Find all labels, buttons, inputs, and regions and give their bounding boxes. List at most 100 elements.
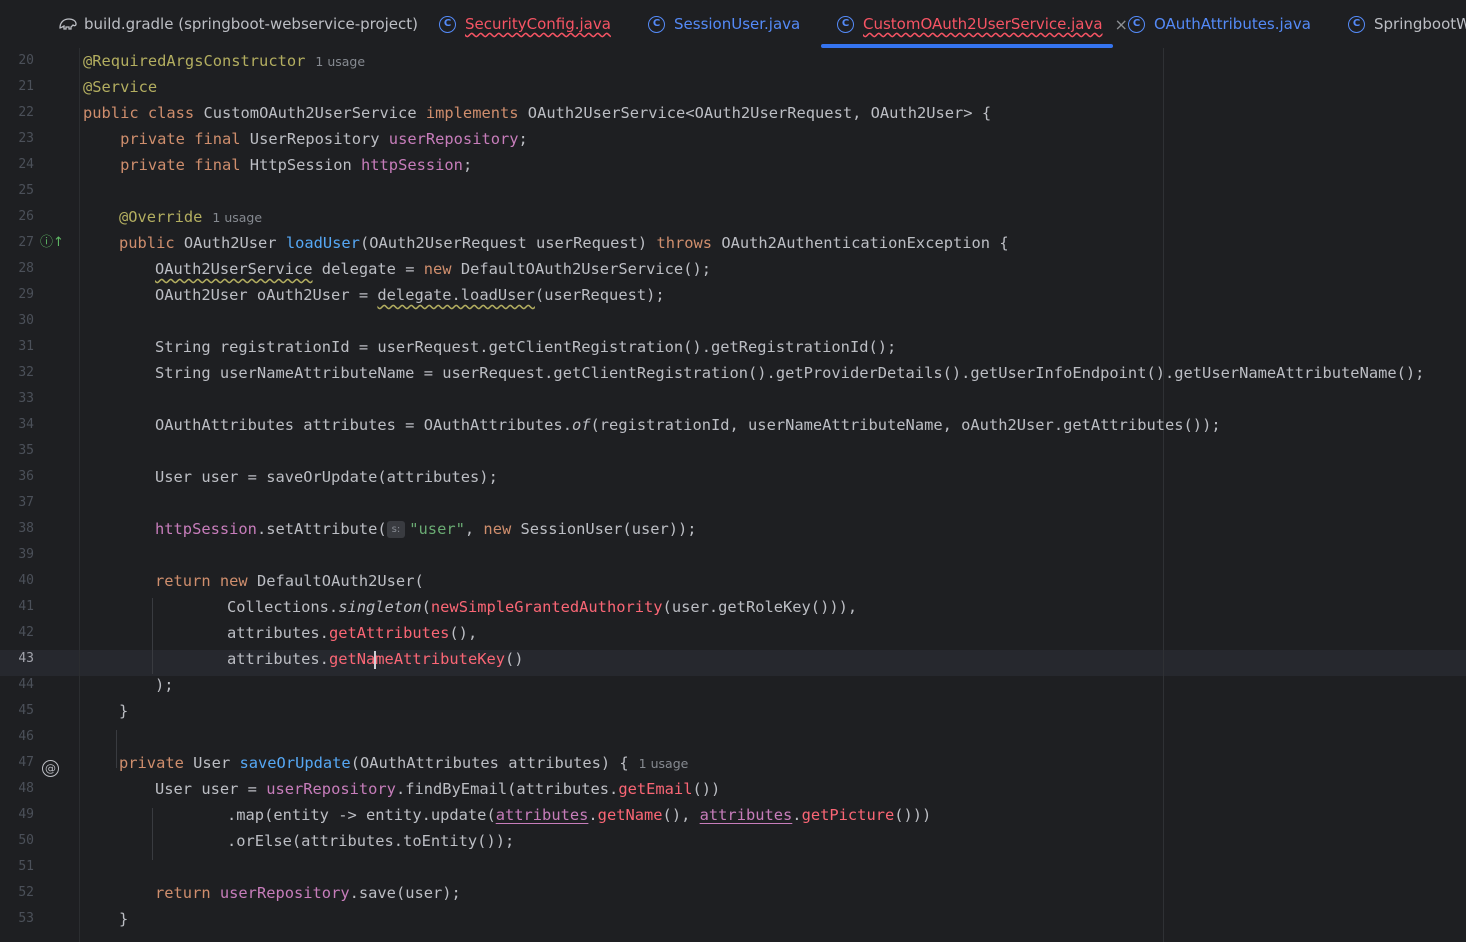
code-text: private final HttpSession httpSession; (83, 156, 473, 174)
line-number: 48 (18, 781, 34, 796)
code-text: User user = userRepository.findByEmail(a… (155, 780, 721, 798)
code-text: ); (155, 676, 174, 694)
code-line: 20 @RequiredArgsConstructor 1 usage (0, 48, 1466, 74)
line-number: 26 (18, 209, 34, 224)
line-number: 37 (18, 495, 34, 510)
line-number: 33 (18, 391, 34, 406)
line-number: 38 (18, 521, 34, 536)
code-text: return userRepository.save(user); (155, 884, 461, 902)
line-number: 45 (18, 703, 34, 718)
line-number: 35 (18, 443, 34, 458)
code-line: 30 (0, 308, 1466, 334)
tab-oauth-attributes[interactable]: C OAuthAttributes.java (1128, 0, 1311, 48)
code-line: 23 private final UserRepository userRepo… (0, 126, 1466, 152)
usage-hint[interactable]: 1 usage (212, 210, 262, 225)
code-line: 51 (0, 854, 1466, 880)
tab-label: SessionUser.java (674, 15, 801, 33)
code-text: private final UserRepository userReposit… (83, 130, 528, 148)
code-text: OAuth2User oAuth2User = delegate.loadUse… (155, 286, 665, 304)
line-number: 46 (18, 729, 34, 744)
code-text: attributes.getAttributes(), (227, 624, 478, 642)
line-number: 30 (18, 313, 34, 328)
line-number: 44 (18, 677, 34, 692)
code-line: 46 (0, 724, 1466, 750)
code-line: 42 attributes.getAttributes(), (0, 620, 1466, 646)
code-line: 50 .orElse(attributes.toEntity()); (0, 828, 1466, 854)
code-line: 29 OAuth2User oAuth2User = delegate.load… (0, 282, 1466, 308)
line-number: 31 (18, 339, 34, 354)
line-number: 40 (18, 573, 34, 588)
line-number: 47 (18, 755, 34, 770)
line-number: 36 (18, 469, 34, 484)
line-number: 41 (18, 599, 34, 614)
code-line: 34 OAuthAttributes attributes = OAuthAtt… (0, 412, 1466, 438)
code-text: OAuth2UserService delegate = new Default… (155, 260, 711, 278)
usage-hint[interactable]: 1 usage (639, 756, 689, 771)
java-class-icon: C (837, 15, 854, 33)
code-line: 26 @Override 1 usage (0, 204, 1466, 230)
tab-security-config[interactable]: C SecurityConfig.java (439, 0, 611, 48)
line-number: 43 (18, 651, 34, 666)
line-number: 24 (18, 157, 34, 172)
line-number: 50 (18, 833, 34, 848)
code-line: 24 private final HttpSession httpSession… (0, 152, 1466, 178)
code-text: @Service (83, 78, 158, 96)
line-number: 21 (18, 79, 34, 94)
tab-springboot-application[interactable]: C SpringbootWe (1348, 0, 1466, 48)
code-text: attributes.getNameAttributeKey() (227, 650, 524, 669)
code-line: 53 } (0, 906, 1466, 932)
line-number: 25 (18, 183, 34, 198)
code-text: OAuthAttributes attributes = OAuthAttrib… (155, 416, 1221, 434)
code-line: 27 public OAuth2User loadUser(OAuth2User… (0, 230, 1466, 256)
code-text: String registrationId = userRequest.getC… (155, 338, 897, 356)
close-tab-icon[interactable]: × (1115, 15, 1128, 34)
tab-session-user[interactable]: C SessionUser.java (648, 0, 800, 48)
code-line: 22 public class CustomOAuth2UserService … (0, 100, 1466, 126)
code-text: public class CustomOAuth2UserService imp… (83, 104, 992, 122)
code-line: 44 ); (0, 672, 1466, 698)
code-line: 47 private User saveOrUpdate(OAuthAttrib… (0, 750, 1466, 776)
line-number: 42 (18, 625, 34, 640)
code-line: 39 (0, 542, 1466, 568)
code-line: 25 (0, 178, 1466, 204)
code-line: 36 User user = saveOrUpdate(attributes); (0, 464, 1466, 490)
code-line: 43 attributes.getNameAttributeKey() (0, 646, 1466, 672)
editor-tab-bar: build.gradle (springboot-webservice-proj… (0, 0, 1466, 49)
code-text: } (119, 702, 129, 720)
tab-label: OAuthAttributes.java (1154, 15, 1311, 33)
tab-custom-oauth2-user-service[interactable]: C CustomOAuth2UserService.java × (837, 0, 1128, 48)
code-text: } (119, 910, 129, 928)
tab-build-gradle[interactable]: build.gradle (springboot-webservice-proj… (58, 0, 418, 48)
code-text: return new DefaultOAuth2User( (155, 572, 424, 590)
code-line: 49 .map(entity -> entity.update(attribut… (0, 802, 1466, 828)
java-class-icon: C (439, 15, 456, 33)
code-line: 48 User user = userRepository.findByEmai… (0, 776, 1466, 802)
code-text: httpSession.setAttribute(s: "user", new S… (155, 520, 697, 538)
code-text: @Override 1 usage (119, 208, 263, 226)
line-number: 52 (18, 885, 34, 900)
line-number: 28 (18, 261, 34, 276)
code-line: 45 } (0, 698, 1466, 724)
code-line: 35 (0, 438, 1466, 464)
code-line: 28 OAuth2UserService delegate = new Defa… (0, 256, 1466, 282)
code-line: 52 return userRepository.save(user); (0, 880, 1466, 906)
usage-hint[interactable]: 1 usage (315, 54, 365, 69)
code-line: 33 (0, 386, 1466, 412)
line-number: 23 (18, 131, 34, 146)
line-number: 53 (18, 911, 34, 926)
code-text: @RequiredArgsConstructor 1 usage (83, 52, 366, 70)
code-text: .orElse(attributes.toEntity()); (227, 832, 515, 850)
code-text: User user = saveOrUpdate(attributes); (155, 468, 498, 486)
line-number: 22 (18, 105, 34, 120)
code-text: Collections.singleton(newSimpleGrantedAu… (227, 598, 858, 616)
code-editor[interactable]: ⓘ↑ @ 20 @RequiredArgsConstructor 1 usage … (0, 48, 1466, 942)
java-class-icon: C (1348, 15, 1365, 33)
code-line: 38 httpSession.setAttribute(s: "user", ne… (0, 516, 1466, 542)
tab-label: build.gradle (springboot-webservice-proj… (84, 15, 419, 33)
gradle-elephant-icon (59, 18, 77, 30)
line-number: 27 (18, 235, 34, 250)
line-number: 32 (18, 365, 34, 380)
code-line: 31 String registrationId = userRequest.g… (0, 334, 1466, 360)
parameter-hint: s: (386, 521, 406, 538)
code-text: public OAuth2User loadUser(OAuth2UserReq… (119, 234, 1009, 252)
